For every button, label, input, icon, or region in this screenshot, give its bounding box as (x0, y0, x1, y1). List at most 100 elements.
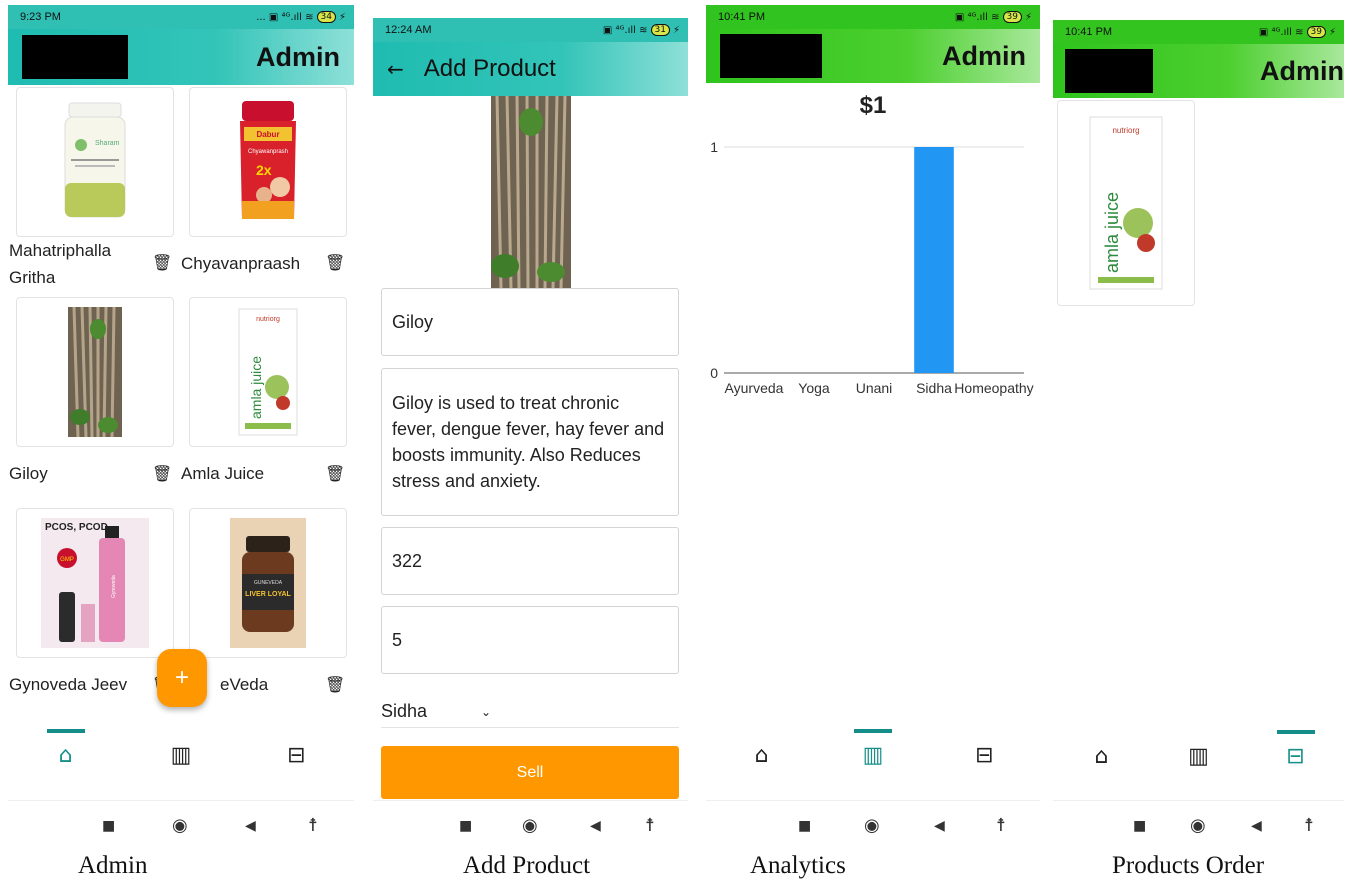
sell-button[interactable]: Sell (381, 746, 679, 799)
svg-text:2x: 2x (256, 162, 272, 178)
nav-analytics[interactable]: ▥ (843, 725, 903, 785)
product-name-input[interactable]: Giloy (381, 288, 679, 356)
status-bar: 10:41 PM ▣ ⁴ᴳ.ıll ≋ 39 ⚡ (706, 5, 1040, 29)
chart-title: $1 (860, 92, 887, 119)
y-tick-label: 0 (710, 365, 718, 381)
status-bar: 12:24 AM ▣ ⁴ᴳ.ıll ≋ 31 ⚡ (373, 18, 688, 42)
nav-analytics[interactable]: ▥ (151, 725, 211, 785)
order-card-amla-juice[interactable]: nutriorg amla juice (1057, 100, 1195, 306)
amla-juice-image: nutriorg amla juice (238, 308, 298, 436)
amla-juice-image: nutriorg amla juice (1089, 116, 1163, 290)
x-tick-label: Homeopathy (954, 380, 1033, 396)
bottom-nav: ⌂ ▥ ⊟ (706, 725, 1040, 785)
product-image-preview[interactable] (491, 96, 571, 288)
status-bar: 10:41 PM ▣ ⁴ᴳ.ıll ≋ 39 ⚡ (1053, 20, 1344, 44)
delete-icon[interactable]: 🗑 (152, 253, 172, 272)
svg-text:amla juice: amla juice (248, 356, 264, 419)
nav-orders[interactable]: ⊟ (1266, 726, 1326, 786)
home-button-icon[interactable]: ◉ (172, 815, 188, 836)
orders-screen: 10:41 PM ▣ ⁴ᴳ.ıll ≋ 39 ⚡ Admin nutriorg am… (1053, 20, 1344, 860)
analytics-icon: ▥ (862, 742, 884, 768)
svg-text:GUNEVEDA: GUNEVEDA (254, 580, 283, 586)
plus-icon: + (174, 664, 189, 691)
product-card-chyavanpraash[interactable]: Dabur Chyawanprash 2x (189, 87, 347, 237)
back-icon[interactable]: ◀ (245, 818, 256, 834)
product-price-input[interactable]: 322 (381, 527, 679, 595)
back-arrow-icon[interactable]: ← (387, 57, 404, 81)
product-name-giloy: Giloy (9, 464, 48, 483)
x-tick-label: Sidha (916, 380, 952, 396)
analytics-icon: ▥ (1188, 743, 1209, 769)
app-bar: ← Add Product (373, 42, 688, 96)
nav-home[interactable]: ⌂ (1072, 726, 1132, 786)
nav-analytics[interactable]: ▥ (1169, 726, 1229, 786)
app-bar: Admin (1053, 44, 1344, 98)
status-icons: ▣ ⁴ᴳ.ıll ≋ 39 ⚡ (954, 11, 1032, 23)
add-product-screen: 12:24 AM ▣ ⁴ᴳ.ıll ≋ 31 ⚡ ← Add Product Gil… (373, 18, 688, 858)
product-card-amla-juice[interactable]: nutriorg amla juice (189, 297, 347, 447)
orders-icon: ⊟ (1286, 743, 1305, 769)
battery-icon: 31 (650, 24, 670, 36)
category-dropdown[interactable]: Sidha ⌄ (381, 696, 679, 728)
chyawanprash-jar-image: Dabur Chyawanprash 2x (240, 101, 296, 219)
product-card-liver-loyal[interactable]: GUNEVEDA LIVER LOYAL (189, 508, 347, 658)
status-time: 10:41 PM (1065, 26, 1113, 38)
home-button-icon[interactable]: ◉ (522, 815, 538, 836)
recents-icon[interactable]: ■ (798, 818, 811, 834)
system-nav-bar: ■ ◉ ◀ ☨ (706, 800, 1040, 845)
bottom-nav: ⌂ ▥ ⊟ (1053, 726, 1344, 786)
home-icon: ⌂ (1094, 743, 1109, 769)
delete-icon[interactable]: 🗑 (325, 464, 345, 483)
home-icon: ⌂ (754, 742, 769, 768)
recents-icon[interactable]: ■ (1133, 818, 1146, 834)
app-bar: Admin (706, 29, 1040, 83)
nav-orders[interactable]: ⊟ (266, 725, 326, 785)
chevron-down-icon: ⌄ (481, 704, 492, 719)
x-tick-label: Unani (856, 380, 893, 396)
add-product-fab[interactable]: + (157, 649, 207, 707)
redacted-logo (22, 35, 128, 79)
bar-sidha (914, 147, 954, 373)
recents-icon[interactable]: ■ (459, 818, 472, 834)
svg-text:PCOS, PCOD: PCOS, PCOD (45, 522, 108, 533)
accessibility-icon[interactable]: ☨ (645, 815, 655, 836)
caption-analytics: Analytics (750, 852, 846, 879)
delete-icon[interactable]: 🗑 (325, 675, 345, 694)
svg-text:nutriorg: nutriorg (1112, 126, 1139, 135)
product-card-gynoveda[interactable]: PCOS, PCOD GMP Gynoveda (16, 508, 174, 658)
status-time: 12:24 AM (385, 24, 432, 36)
home-button-icon[interactable]: ◉ (1190, 815, 1206, 836)
svg-text:amla juice: amla juice (1102, 192, 1122, 273)
svg-text:nutriorg: nutriorg (256, 316, 280, 323)
bottom-nav: ⌂ ▥ ⊟ (8, 725, 354, 785)
status-bar: 9:23 PM ... ▣ ⁴ᴳ.ıll ≋ 34 ⚡ (8, 5, 354, 29)
recents-icon[interactable]: ■ (102, 818, 115, 834)
home-button-icon[interactable]: ◉ (864, 815, 880, 836)
orders-icon: ⊟ (287, 742, 306, 768)
system-nav-bar: ■ ◉ ◀ ☨ (8, 800, 354, 845)
back-icon[interactable]: ◀ (590, 818, 601, 834)
liver-loyal-image: GUNEVEDA LIVER LOYAL (230, 518, 306, 648)
accessibility-icon[interactable]: ☨ (308, 815, 318, 836)
nav-home[interactable]: ⌂ (36, 725, 96, 785)
product-card-giloy[interactable] (16, 297, 174, 447)
back-icon[interactable]: ◀ (934, 818, 945, 834)
product-description-input[interactable]: Giloy is used to treat chronic fever, de… (381, 368, 679, 516)
product-name-amla-juice: Amla Juice (181, 464, 265, 483)
gynoveda-image: PCOS, PCOD GMP Gynoveda (41, 518, 149, 648)
nav-home[interactable]: ⌂ (732, 725, 792, 785)
system-nav-bar: ■ ◉ ◀ ☨ (1053, 800, 1344, 850)
svg-text:Dabur: Dabur (256, 130, 279, 139)
page-title: Admin (1260, 55, 1344, 86)
delete-icon[interactable]: 🗑 (152, 464, 172, 483)
product-card-mahatriphalla[interactable]: Sharam (16, 87, 174, 237)
back-icon[interactable]: ◀ (1251, 818, 1262, 834)
svg-text:Gynoveda: Gynoveda (111, 575, 117, 598)
accessibility-icon[interactable]: ☨ (1304, 815, 1314, 836)
accessibility-icon[interactable]: ☨ (996, 815, 1006, 836)
delete-icon[interactable]: 🗑 (325, 253, 345, 272)
nav-orders[interactable]: ⊟ (954, 725, 1014, 785)
battery-icon: 34 (316, 11, 336, 23)
caption-admin: Admin (78, 852, 148, 879)
product-quantity-input[interactable]: 5 (381, 606, 679, 674)
